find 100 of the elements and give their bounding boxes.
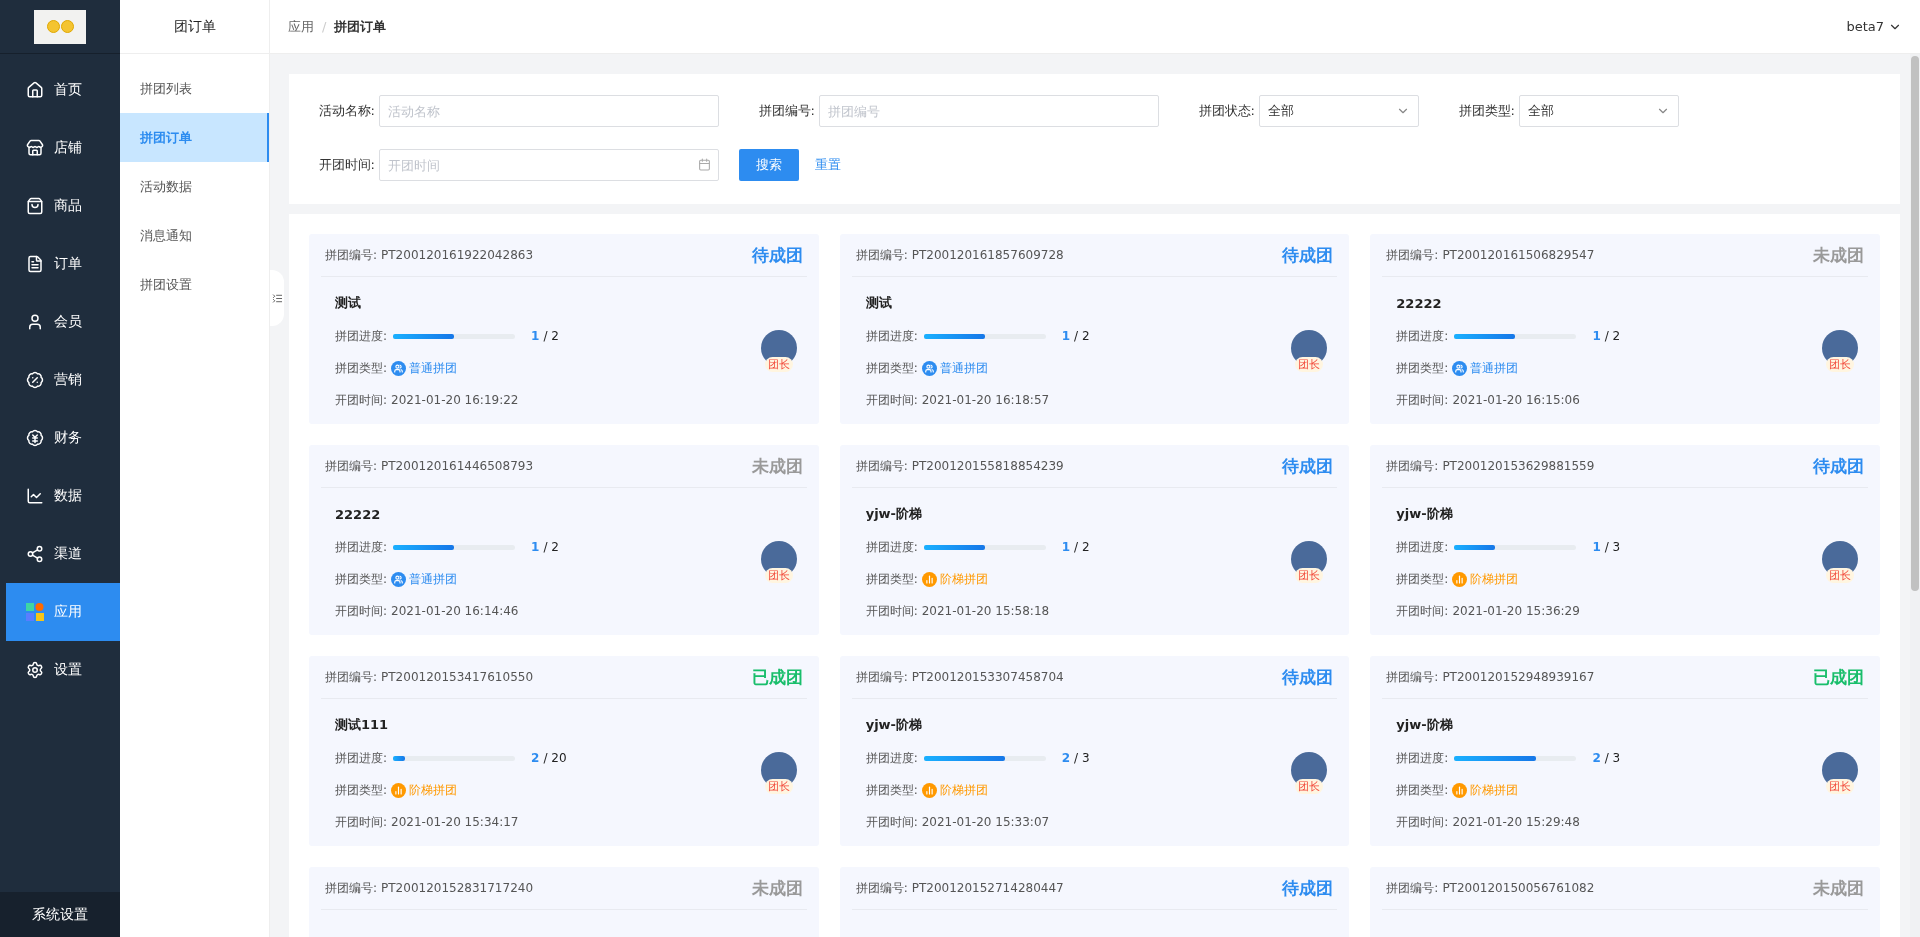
joined-count: 2 — [531, 751, 540, 765]
apps-icon — [26, 603, 44, 621]
progress-label: 拼团进度: — [1396, 327, 1449, 345]
time-label: 开团时间: — [335, 813, 388, 831]
activity-title: yjw-阶梯 — [865, 505, 923, 523]
activity-title: 22222 — [1396, 294, 1443, 313]
group-id-label: 拼团编号: — [855, 457, 908, 475]
nav-item[interactable]: 首页 — [0, 61, 120, 119]
total-count: / 2 — [1604, 329, 1621, 343]
start-time: 2021-01-20 15:33:07 — [921, 815, 1050, 829]
field-label: 开团时间: — [317, 156, 376, 174]
total-count: / 3 — [1604, 540, 1621, 554]
nav-item[interactable]: 设置 — [0, 641, 120, 699]
type-label: 拼团类型: — [335, 359, 388, 377]
line-chart-icon — [26, 487, 44, 505]
submenu-title: 团订单 — [120, 0, 269, 54]
field-label: 拼团编号: — [757, 102, 816, 120]
field-label: 拼团状态: — [1197, 102, 1256, 120]
breadcrumb-separator: / — [322, 19, 327, 34]
group-id: PT200120152831717240 — [381, 881, 534, 895]
activity-title: yjw-阶梯 — [1396, 505, 1454, 523]
group-id-label: 拼团编号: — [1386, 457, 1439, 475]
group-id: PT200120150056761082 — [1442, 881, 1595, 895]
nav-item[interactable]: 商品 — [0, 177, 120, 235]
total-count: / 20 — [543, 751, 567, 765]
group-id: PT200120152948939167 — [1442, 670, 1595, 684]
type-label: 拼团类型: — [865, 570, 918, 588]
nav-item[interactable]: 订单 — [0, 235, 120, 293]
submenu-item[interactable]: 消息通知 — [120, 211, 269, 260]
group-id-label: 拼团编号: — [855, 668, 908, 686]
group-id-label: 拼团编号: — [325, 879, 378, 897]
group-type: 阶梯拼团 — [939, 570, 988, 588]
leader-badge: 团长 — [1295, 357, 1324, 372]
group-status: 未成团 — [751, 454, 803, 478]
activity-title: 测试 — [335, 294, 362, 312]
progress-label: 拼团进度: — [865, 749, 918, 767]
type-label: 拼团类型: — [1396, 570, 1449, 588]
group-status: 未成团 — [751, 876, 803, 900]
joined-count: 1 — [1592, 540, 1601, 554]
start-time: 2021-01-20 15:29:48 — [1452, 815, 1580, 829]
leader-badge: 团长 — [1826, 779, 1854, 794]
text-input[interactable]: 拼团编号 — [819, 95, 1159, 127]
group-id-label: 拼团编号: — [325, 668, 378, 686]
group-type: 普通拼团 — [409, 359, 458, 377]
group-id: PT200120161446508793 — [381, 459, 534, 473]
text-input[interactable]: 活动名称 — [379, 95, 719, 127]
user-icon — [26, 313, 44, 331]
nav-item[interactable]: 营销 — [0, 351, 120, 409]
share-icon — [26, 545, 44, 563]
total-count: / 2 — [543, 329, 559, 343]
progress-label: 拼团进度: — [335, 749, 388, 767]
nav-item[interactable]: 会员 — [0, 293, 120, 351]
nav-item[interactable]: 财务 — [0, 409, 120, 467]
group-id: PT200120161857609728 — [911, 248, 1064, 262]
submenu-item[interactable]: 拼团列表 — [120, 64, 269, 113]
group-type: 阶梯拼团 — [409, 781, 458, 799]
total-count: / 3 — [1074, 751, 1090, 765]
field-label: 拼团类型: — [1457, 102, 1516, 120]
nav-item[interactable]: 店铺 — [0, 119, 120, 177]
total-count: / 2 — [1074, 329, 1090, 343]
joined-count: 2 — [1592, 751, 1601, 765]
group-id-label: 拼团编号: — [1386, 668, 1439, 686]
group-icon — [391, 360, 407, 376]
activity-title: yjw-阶梯 — [865, 716, 923, 734]
group-id: PT200120161506829547 — [1442, 248, 1595, 262]
type-label: 拼团类型: — [1396, 781, 1449, 799]
group-icon — [921, 360, 937, 376]
nav-item[interactable]: 数据 — [0, 467, 120, 525]
activity-title: yjw-阶梯 — [1396, 716, 1454, 734]
user-menu-button[interactable]: beta7 — [1846, 19, 1902, 34]
group-status: 待成团 — [1813, 454, 1864, 478]
group-status: 已成团 — [751, 665, 803, 689]
leader-badge: 团长 — [1826, 357, 1854, 372]
group-id-label: 拼团编号: — [325, 246, 378, 264]
submenu-item[interactable]: 拼团设置 — [120, 260, 269, 309]
reset-link[interactable]: 重置 — [815, 156, 841, 174]
group-status: 已成团 — [1813, 665, 1864, 689]
select-field[interactable]: 全部 — [1519, 95, 1679, 127]
group-status: 待成团 — [1282, 243, 1334, 267]
nav-item[interactable]: 渠道 — [0, 525, 120, 583]
time-label: 开团时间: — [865, 813, 918, 831]
collapse-handle[interactable] — [270, 270, 284, 326]
leader-badge: 团长 — [764, 357, 793, 372]
group-type: 阶梯拼团 — [1470, 781, 1519, 799]
progress-label: 拼团进度: — [1396, 749, 1449, 767]
submenu-item[interactable]: 活动数据 — [120, 162, 269, 211]
system-settings-link[interactable]: 系统设置 — [0, 892, 120, 937]
select-field[interactable]: 全部 — [1259, 95, 1419, 127]
time-label: 开团时间: — [1396, 391, 1449, 409]
group-status: 未成团 — [1813, 243, 1864, 267]
time-label: 开团时间: — [865, 391, 918, 409]
group-id: PT200120155818854239 — [911, 459, 1064, 473]
date-field[interactable]: 开团时间 — [379, 149, 719, 181]
progress-label: 拼团进度: — [335, 538, 388, 556]
group-type: 普通拼团 — [1470, 359, 1519, 377]
joined-count: 1 — [531, 540, 540, 554]
group-type: 阶梯拼团 — [1470, 570, 1519, 588]
group-id-label: 拼团编号: — [325, 457, 378, 475]
breadcrumb-item[interactable]: 应用 — [288, 17, 314, 36]
time-label: 开团时间: — [335, 391, 388, 409]
